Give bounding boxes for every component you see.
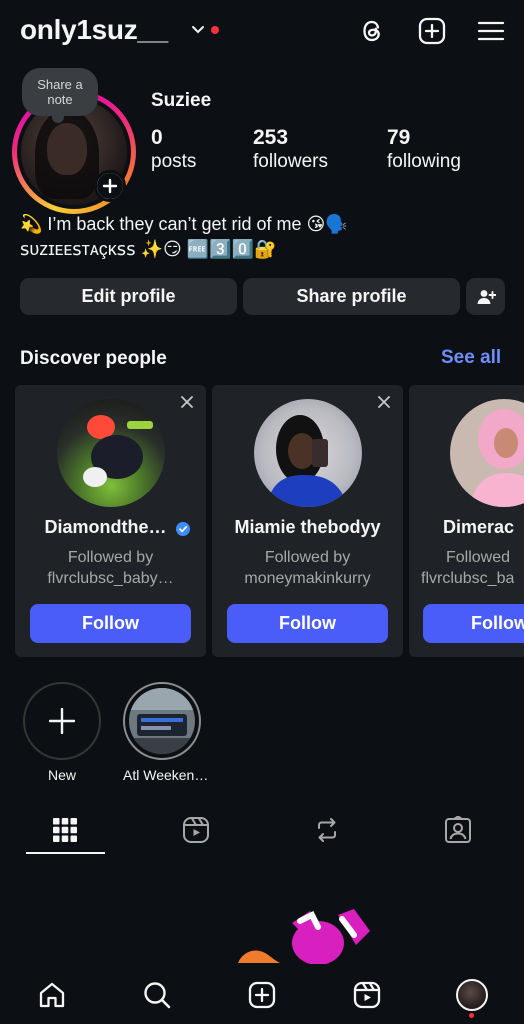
follow-button[interactable]: Follow	[423, 604, 524, 643]
menu-icon[interactable]	[476, 16, 506, 46]
highlight-label: Atl Weeken…	[123, 767, 209, 783]
close-icon[interactable]	[180, 395, 194, 409]
following-count: 79	[387, 126, 411, 149]
chevron-down-icon[interactable]	[190, 22, 206, 38]
nav-reels[interactable]	[350, 978, 384, 1012]
create-icon	[248, 981, 276, 1009]
suggestion-card[interactable]: Dimerac Followed flvrclubsc_ba Follow	[409, 385, 524, 657]
suggestion-photo	[450, 399, 524, 507]
posts-label: posts	[151, 151, 197, 172]
bio-line-1: 💫 I’m back they can’t get rid of me 😘🗣️	[20, 214, 348, 234]
suggestion-photo	[266, 415, 348, 507]
plus-icon	[49, 708, 75, 734]
nav-create[interactable]	[245, 978, 279, 1012]
home-icon	[39, 982, 65, 1008]
verified-badge-icon	[176, 522, 190, 536]
nav-home[interactable]	[35, 978, 69, 1012]
grid-icon	[53, 818, 77, 842]
discover-people-title: Discover people	[20, 348, 167, 369]
nav-profile[interactable]	[455, 978, 489, 1012]
reels-icon	[353, 981, 381, 1009]
followers-label: followers	[253, 151, 328, 172]
highlight-item[interactable]: Atl Weeken…	[123, 682, 209, 783]
add-person-icon	[477, 289, 496, 304]
suggestion-avatar[interactable]	[57, 399, 165, 507]
display-name: Suziee	[151, 90, 212, 111]
suggestion-avatar[interactable]	[450, 399, 524, 507]
see-all-link[interactable]: See all	[441, 347, 501, 369]
followers-count: 253	[253, 126, 289, 149]
highlight-cover	[129, 688, 195, 754]
add-story-button[interactable]	[94, 170, 126, 202]
suggestion-card[interactable]: Miamie thebodyy Followed by moneymakinku…	[212, 385, 403, 657]
followers-stat[interactable]: 253 followers	[253, 126, 328, 174]
profile-tabs	[0, 808, 524, 856]
share-note-bubble[interactable]: Share a note	[22, 68, 98, 123]
posts-count: 0	[151, 126, 163, 149]
nav-search[interactable]	[140, 978, 174, 1012]
close-icon[interactable]	[377, 395, 391, 409]
suggestion-name[interactable]: Miamie thebodyy	[212, 517, 403, 538]
highlight-label: New	[47, 767, 76, 783]
notification-dot	[469, 1013, 474, 1018]
empty-state-illustration	[238, 909, 370, 965]
tab-reposts[interactable]	[287, 808, 367, 852]
share-profile-button[interactable]: Share profile	[243, 278, 460, 315]
followed-by-label: Followed by	[67, 549, 154, 566]
bottom-nav	[0, 964, 524, 1024]
followed-by-label: Followed by	[264, 549, 351, 566]
suggestion-card[interactable]: Diamondthe… Followed by flvrclubsc_baby……	[15, 385, 206, 657]
threads-icon[interactable]	[358, 16, 388, 46]
create-plus-icon[interactable]	[417, 16, 447, 46]
followed-by-label: Followed	[446, 549, 511, 566]
tab-reels[interactable]	[156, 808, 236, 852]
follow-button[interactable]: Follow	[30, 604, 191, 643]
plus-icon	[97, 173, 123, 199]
following-stat[interactable]: 79 following	[387, 126, 461, 174]
suggestion-avatar[interactable]	[254, 399, 362, 507]
repost-icon	[318, 818, 336, 842]
discover-people-toggle[interactable]	[466, 278, 505, 315]
followed-by-user: flvrclubsc_ba	[421, 570, 515, 587]
username-switcher[interactable]: only1suz__	[20, 14, 168, 46]
tagged-icon	[445, 816, 471, 843]
profile-avatar	[456, 979, 488, 1011]
following-label: following	[387, 151, 461, 172]
tab-grid[interactable]	[25, 808, 105, 852]
suggestion-name[interactable]: Dimerac	[443, 517, 514, 538]
active-tab-indicator	[26, 852, 105, 854]
reels-icon	[183, 817, 209, 843]
bio-line-2: ꜱᴜᴢɪᴇᴇꜱᴛᴀçᴋꜱꜱ ✨😏 🆓3️⃣0️⃣🔐	[20, 239, 277, 259]
suggestion-photo	[83, 415, 153, 487]
highlight-circle[interactable]	[123, 682, 201, 760]
notification-dot	[211, 26, 219, 34]
posts-stat: 0 posts	[151, 126, 196, 174]
edit-profile-button[interactable]: Edit profile	[20, 278, 237, 315]
followed-by-user: flvrclubsc_baby…	[47, 570, 174, 587]
top-bar: only1suz__	[0, 0, 524, 64]
follow-button[interactable]: Follow	[227, 604, 388, 643]
new-highlight[interactable]: New	[23, 682, 101, 783]
bio: 💫 I’m back they can’t get rid of me 😘🗣️ …	[20, 212, 510, 262]
search-icon	[144, 982, 171, 1009]
tab-tagged[interactable]	[418, 808, 498, 852]
followed-by-user: moneymakinkurry	[244, 570, 371, 587]
new-highlight-circle[interactable]	[23, 682, 101, 760]
